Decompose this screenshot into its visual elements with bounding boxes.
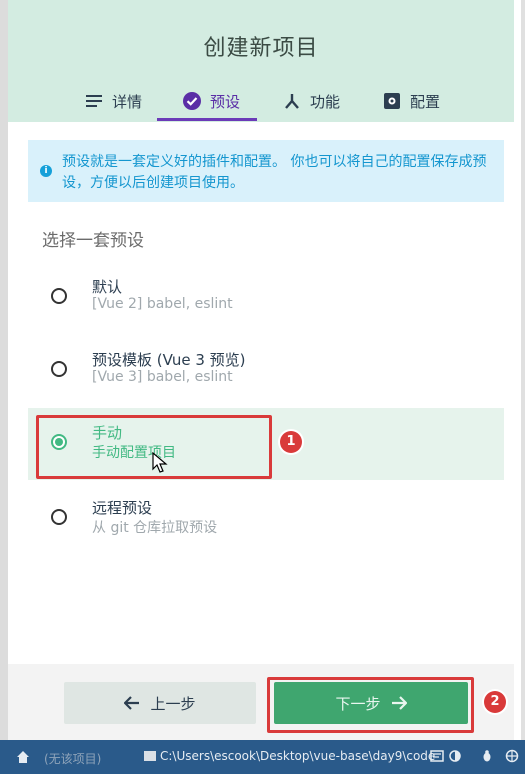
bug-icon[interactable]	[480, 749, 494, 763]
prev-button-label: 上一步	[150, 694, 196, 713]
settings-box-icon	[382, 91, 402, 111]
preset-desc: [Vue 3] babel, eslint	[92, 369, 233, 385]
tab-label: 配置	[410, 92, 441, 111]
status-bar: (无该项目) C:\Users\escook\Desktop\vue-base\…	[0, 740, 525, 774]
tab-label: 功能	[310, 92, 341, 111]
tab-features[interactable]: 功能	[282, 82, 340, 120]
folder-path[interactable]: C:\Users\escook\Desktop\vue-base\day9\co…	[160, 749, 435, 763]
annotation-badge-2: 2	[484, 691, 506, 713]
mouse-cursor-icon	[152, 452, 168, 473]
left-border	[0, 0, 8, 740]
preset-desc: [Vue 2] babel, eslint	[92, 296, 233, 312]
list-icon	[84, 91, 104, 111]
preset-option-remote[interactable]: 远程预设 从 git 仓库拉取预设	[28, 483, 504, 553]
prev-button[interactable]: 上一步	[64, 682, 256, 724]
scrollbar[interactable]	[521, 0, 525, 740]
check-circle-icon	[182, 91, 202, 111]
globe-icon[interactable]	[505, 749, 519, 763]
preset-label: 预设模板 (Vue 3 预览)	[92, 351, 246, 369]
app-window: 创建新项目 详情 预设 功能 配置 i 预设就是一套定义好的插件和配置。 你也可…	[0, 0, 525, 774]
radio-button[interactable]	[51, 361, 67, 377]
info-text: 预设就是一套定义好的插件和配置。 你也可以将自己的配置保存成预设，方便以后创建项…	[62, 154, 487, 191]
tab-details[interactable]: 详情	[84, 82, 142, 120]
page-title: 创建新项目	[203, 36, 319, 61]
radio-button[interactable]	[51, 288, 67, 304]
tab-presets[interactable]: 预设	[182, 82, 240, 120]
tab-label: 详情	[112, 92, 143, 111]
info-banner: i 预设就是一套定义好的插件和配置。 你也可以将自己的配置保存成预设，方便以后创…	[28, 140, 504, 202]
tab-label: 预设	[210, 92, 241, 111]
fork-icon	[282, 91, 302, 111]
section-title: 选择一套预设	[42, 231, 144, 251]
folder-icon	[144, 751, 156, 761]
active-tab-indicator	[157, 118, 257, 121]
highlight-box-next	[267, 677, 474, 733]
terminal-icon[interactable]	[430, 749, 444, 763]
info-icon: i	[40, 165, 52, 177]
tab-bar: 详情 预设 功能 配置	[8, 82, 514, 122]
arrow-left-icon	[124, 696, 140, 710]
preset-label: 远程预设	[92, 499, 153, 517]
preset-label: 默认	[92, 278, 123, 296]
theme-toggle-icon[interactable]	[448, 749, 462, 763]
preset-option-default[interactable]: 默认 [Vue 2] babel, eslint	[28, 262, 504, 332]
header: 创建新项目 详情 预设 功能 配置	[8, 0, 514, 122]
tab-config[interactable]: 配置	[382, 82, 440, 120]
annotation-badge-1: 1	[280, 431, 302, 453]
project-label[interactable]: (无该项目)	[44, 750, 101, 767]
radio-button[interactable]	[51, 509, 67, 525]
preset-desc: 从 git 仓库拉取预设	[92, 520, 218, 536]
preset-option-vue3[interactable]: 预设模板 (Vue 3 预览) [Vue 3] babel, eslint	[28, 335, 504, 405]
home-icon[interactable]	[16, 750, 30, 764]
